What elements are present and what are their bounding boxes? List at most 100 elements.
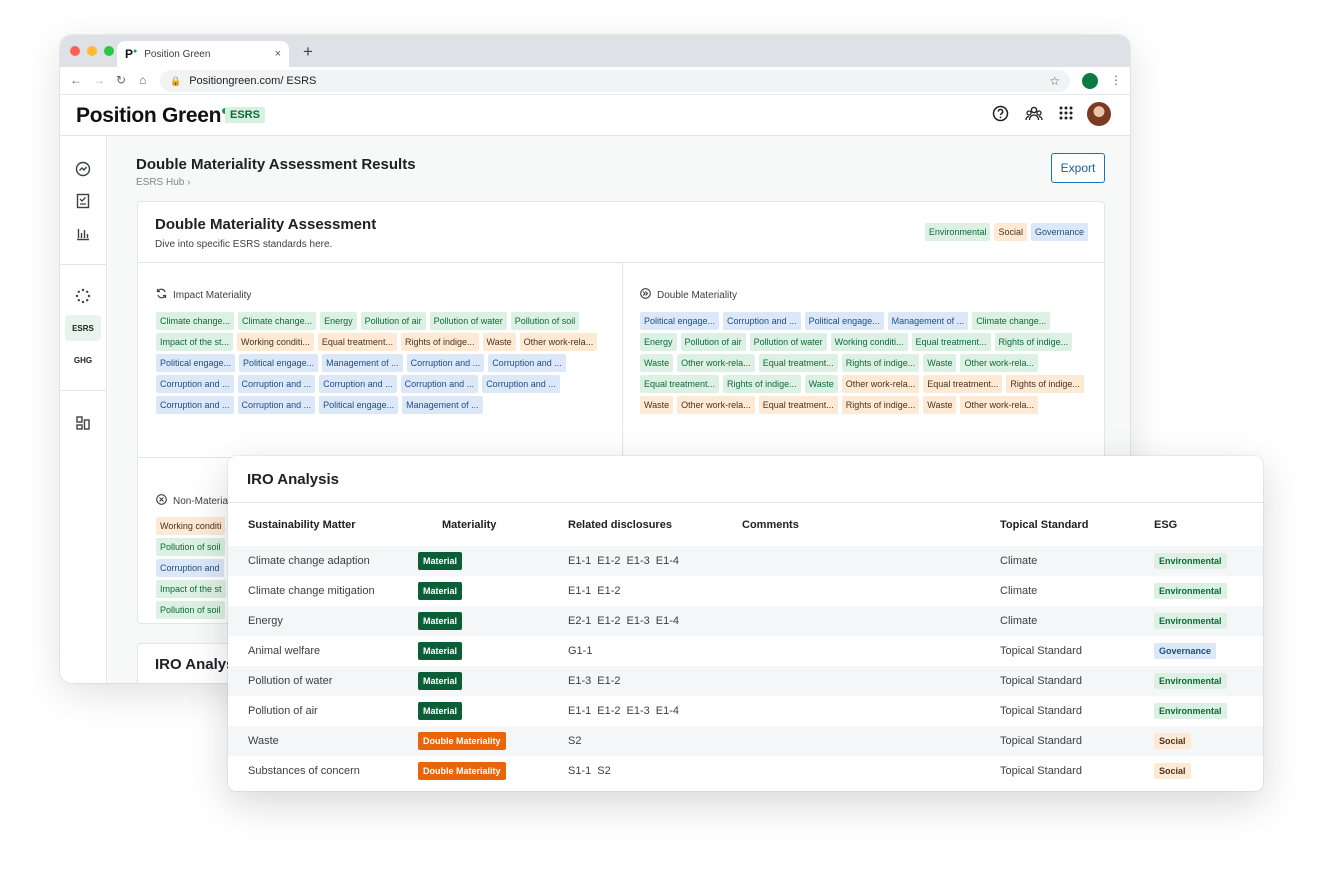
matter-tag[interactable]: Corruption and ... [482,375,560,393]
disclosure-code[interactable]: E1-2 [597,615,620,627]
matter-tag[interactable]: Rights of indige... [841,354,920,372]
matter-tag[interactable]: Impact of the st... [156,333,234,351]
user-avatar[interactable] [1087,102,1111,126]
matter-tag[interactable]: Climate change... [156,312,235,330]
disclosure-code[interactable]: E2-1 [568,615,591,627]
matter-tag[interactable]: Other work-rela... [519,333,598,351]
matter-tag[interactable]: Waste [640,396,674,414]
disclosure-code[interactable]: S2 [568,735,581,747]
bar-chart-icon[interactable] [65,220,101,246]
matter-tag[interactable]: Equal treatment... [923,375,1003,393]
layout-icon[interactable] [65,410,101,436]
disclosure-code[interactable]: E1-2 [597,705,620,717]
matter-tag[interactable]: Equal treatment... [317,333,397,351]
position-green-logo[interactable]: Position Green [76,104,229,128]
bookmark-star-icon[interactable]: ☆ [1049,74,1060,88]
matter-tag[interactable]: Corruption and ... [723,312,801,330]
disclosure-code[interactable]: E1-4 [656,555,679,567]
loading-spinner-icon[interactable] [65,283,101,309]
matter-tag[interactable]: Political engage... [640,312,720,330]
home-icon[interactable]: ⌂ [139,73,146,87]
disclosure-code[interactable]: E1-3 [627,705,650,717]
matter-tag[interactable]: Rights of indige... [400,333,479,351]
matter-tag[interactable]: Impact of the st [156,580,226,598]
matter-tag[interactable]: Equal treatment... [758,396,838,414]
matter-tag[interactable]: Equal treatment... [911,333,991,351]
disclosure-code[interactable]: E1-1 [568,585,591,597]
column-header-disclosures[interactable]: Related disclosures [568,519,672,531]
maximize-window-button[interactable] [104,46,114,56]
matter-tag[interactable]: Corruption and ... [237,375,316,393]
matter-tag[interactable]: Rights of indige... [1006,375,1084,393]
browser-profile-icon[interactable] [1082,73,1098,89]
matter-tag[interactable]: Political engage... [319,396,399,414]
matter-tag[interactable]: Equal treatment... [640,375,720,393]
rail-item-esrs[interactable]: ESRS [65,315,101,341]
matter-tag[interactable]: Equal treatment... [758,354,838,372]
table-row[interactable]: Climate change mitigation Material E1-1 E1-… [228,576,1263,606]
matter-tag[interactable]: Working conditi [156,517,226,535]
disclosure-code[interactable]: E1-2 [597,555,620,567]
matter-tag[interactable]: Pollution of soil [510,312,580,330]
column-header-materiality[interactable]: Materiality [442,519,496,531]
disclosure-code[interactable]: E1-3 [627,615,650,627]
reload-icon[interactable]: ↻ [116,73,126,87]
matter-tag[interactable]: Pollution of soil [156,601,225,619]
matter-tag[interactable]: Pollution of air [680,333,746,351]
table-row[interactable]: Climate change adaption Material E1-1 E1-2 E… [228,546,1263,576]
disclosure-code[interactable]: E1-1 [568,555,591,567]
matter-tag[interactable]: Corruption and ... [156,396,234,414]
matter-tag[interactable]: Waste [923,354,957,372]
matter-tag[interactable]: Climate change... [238,312,317,330]
matter-tag[interactable]: Waste [640,354,674,372]
matter-tag[interactable]: Other work-rela... [841,375,920,393]
matter-tag[interactable]: Pollution of soil [156,538,225,556]
browser-menu-icon[interactable]: ⋮ [1110,73,1122,87]
matter-tag[interactable]: Corruption and ... [488,354,566,372]
forward-icon[interactable]: → [93,73,105,87]
matter-tag[interactable]: Waste [804,375,838,393]
new-tab-button[interactable]: + [303,42,313,62]
disclosure-code[interactable]: E1-3 [627,555,650,567]
table-row[interactable]: Substances of concern Double Materiality S… [228,756,1263,786]
matter-tag[interactable]: Other work-rela... [960,396,1038,414]
matter-tag[interactable]: Other work-rela... [960,354,1038,372]
matter-tag[interactable]: Management of ... [402,396,483,414]
rail-item-ghg[interactable]: GHG [65,347,101,373]
matter-tag[interactable]: Working conditi... [237,333,314,351]
column-header-matter[interactable]: Sustainability Matter [248,519,356,531]
matter-tag[interactable]: Political engage... [804,312,884,330]
matter-tag[interactable]: Waste [482,333,516,351]
disclosure-code[interactable]: S2 [597,765,610,777]
disclosure-code[interactable]: E1-1 [568,705,591,717]
team-icon[interactable] [1025,105,1043,127]
disclosure-code[interactable]: E1-4 [656,615,679,627]
matter-tag[interactable]: Climate change... [972,312,1051,330]
disclosure-code[interactable]: S1-1 [568,765,591,777]
matter-tag[interactable]: Other work-rela... [677,354,755,372]
table-row[interactable]: Waste Double Materiality S2 Topical Standar… [228,726,1263,756]
matter-tag[interactable]: Waste [923,396,957,414]
browser-tab[interactable]: P● Position Green × [117,41,289,67]
matter-tag[interactable]: Corruption and ... [237,396,316,414]
table-row[interactable]: Energy Material E2-1 E1-2 E1-3 E1-4 Climate Env… [228,606,1263,636]
tab-close-icon[interactable]: × [275,48,281,60]
matter-tag[interactable]: Corruption and ... [319,375,397,393]
back-icon[interactable]: ← [70,73,82,87]
disclosure-code[interactable]: E1-2 [597,675,620,687]
export-button[interactable]: Export [1051,153,1105,183]
matter-tag[interactable]: Energy [320,312,357,330]
close-window-button[interactable] [70,46,80,56]
matter-tag[interactable]: Pollution of water [749,333,827,351]
matter-tag[interactable]: Corruption and ... [400,375,479,393]
disclosure-code[interactable]: G1-1 [568,645,592,657]
matter-tag[interactable]: Political engage... [239,354,319,372]
column-header-esg[interactable]: ESG [1154,519,1177,531]
matter-tag[interactable]: Rights of indige... [994,333,1073,351]
disclosure-code[interactable]: E1-2 [597,585,620,597]
matter-tag[interactable]: Energy [640,333,677,351]
matter-tag[interactable]: Corruption and [156,559,224,577]
column-header-comments[interactable]: Comments [742,519,799,531]
breadcrumb[interactable]: ESRS Hub › [136,177,190,188]
matter-tag[interactable]: Pollution of air [360,312,426,330]
